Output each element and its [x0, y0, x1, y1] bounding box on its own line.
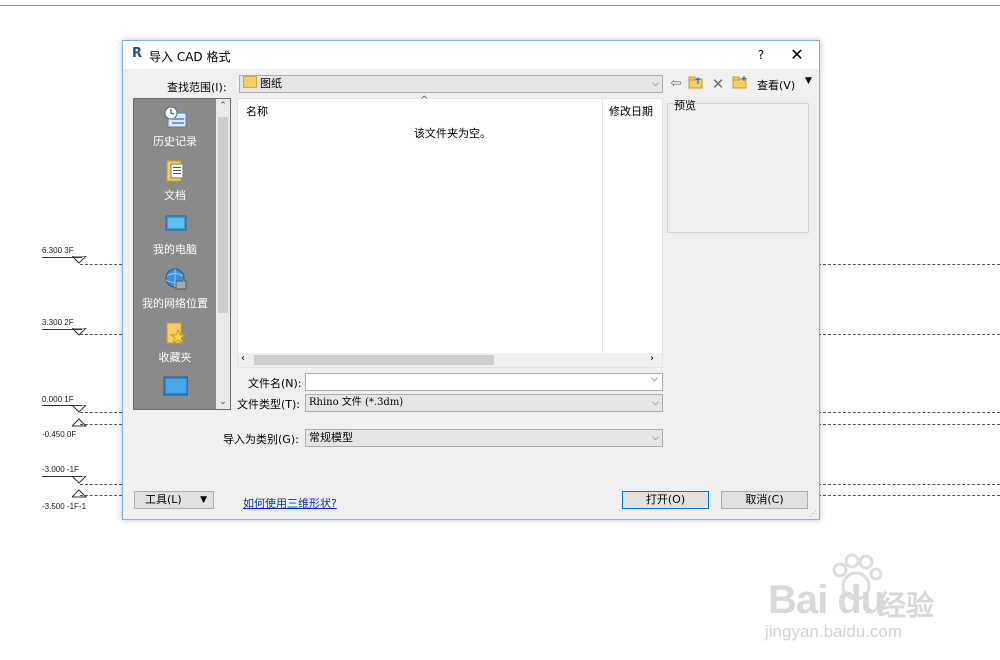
help-link[interactable]: 如何使用三维形状? — [243, 495, 337, 511]
scroll-right-icon[interactable]: › — [650, 353, 654, 364]
resize-grip-icon[interactable]: ⋰ — [809, 509, 817, 518]
hscroll-thumb[interactable] — [254, 355, 494, 365]
watermark-brand: 经验 — [878, 589, 935, 622]
place-label: 文档 — [164, 189, 186, 202]
column-header-modified[interactable]: 修改日期 — [609, 103, 653, 119]
empty-folder-message: 该文件夹为空。 — [414, 127, 491, 140]
level-marker-icon — [72, 328, 87, 336]
network-icon — [165, 268, 187, 290]
watermark-logo: Bai du — [768, 578, 885, 622]
chevron-down-icon: ⌵ — [652, 79, 659, 89]
import-cad-dialog: R 导入 CAD 格式 ? ✕ 查找范围(I): 图纸 ⌵ ⇦ ✕ 查看(V) … — [122, 40, 820, 520]
folder-icon — [243, 76, 257, 88]
scroll-left-icon[interactable]: ‹ — [241, 353, 245, 364]
place-label: 历史记录 — [153, 135, 197, 148]
category-select[interactable]: 常规模型 ⌵ — [305, 429, 663, 447]
level-line — [818, 264, 1000, 265]
lookin-combo[interactable]: 图纸 ⌵ — [239, 75, 663, 93]
desktop-icon — [163, 376, 188, 396]
view-top-border — [0, 5, 1000, 6]
level-line — [80, 264, 122, 265]
favorites-icon — [166, 322, 187, 345]
back-arrow-icon[interactable]: ⇦ — [667, 75, 685, 93]
category-label: 导入为类别(G): — [223, 433, 299, 446]
dialog-title: 导入 CAD 格式 — [149, 50, 231, 64]
new-folder-icon[interactable] — [731, 75, 749, 93]
cancel-button[interactable]: 取消(C) — [721, 491, 808, 509]
filename-label: 文件名(N): — [248, 377, 302, 390]
preview-label: 预览 — [674, 99, 696, 112]
places-bar: 历史记录 文档 我的电脑 我的网络位置 收藏夹 ⌃ ⌄ — [133, 98, 231, 410]
revit-app-icon: R — [132, 46, 143, 61]
filetype-value: Rhino 文件 (*.3dm) — [309, 397, 404, 408]
level-label: -3.000 -1F — [42, 465, 79, 474]
level-line — [818, 424, 1000, 425]
close-button[interactable]: ✕ — [787, 45, 807, 65]
filetype-select[interactable]: Rhino 文件 (*.3dm) ⌵ — [305, 394, 663, 412]
level-label: 0.000 1F — [42, 395, 74, 404]
tools-menu-button[interactable]: 工具(L) ▼ — [134, 491, 214, 509]
level-marker-icon — [72, 489, 88, 498]
filename-input[interactable] — [305, 373, 663, 391]
scroll-thumb[interactable] — [218, 117, 228, 313]
level-label: -0.450 0F — [42, 430, 77, 439]
chevron-down-icon: ⌵ — [652, 433, 659, 443]
chevron-down-icon: ⌵ — [652, 398, 659, 408]
level-line — [80, 484, 122, 485]
level-line — [818, 334, 1000, 335]
open-button[interactable]: 打开(O) — [622, 491, 709, 509]
place-documents[interactable]: 文档 — [134, 157, 216, 211]
view-menu[interactable]: 查看(V) — [757, 77, 795, 93]
file-list-hscrollbar[interactable]: ‹ › — [238, 353, 662, 367]
column-header-name[interactable]: 名称 — [246, 103, 268, 119]
level-line — [818, 412, 1000, 413]
help-button[interactable]: ? — [751, 45, 771, 65]
documents-icon — [166, 160, 184, 182]
place-favorites[interactable]: 收藏夹 — [134, 319, 216, 373]
preview-box — [667, 103, 809, 233]
watermark-url: jingyan.baidu.com — [765, 622, 903, 641]
place-label: 我的电脑 — [153, 243, 197, 256]
column-divider[interactable] — [602, 99, 603, 353]
delete-icon[interactable]: ✕ — [709, 75, 727, 93]
place-network[interactable]: 我的网络位置 — [134, 265, 216, 319]
dropdown-triangle-icon: ▼ — [200, 495, 207, 505]
level-line — [80, 495, 122, 496]
level-line — [818, 484, 1000, 485]
place-label: 收藏夹 — [158, 351, 192, 364]
places-scrollbar[interactable]: ⌃ ⌄ — [216, 99, 230, 409]
scroll-down-icon[interactable]: ⌄ — [216, 395, 230, 409]
computer-icon — [165, 215, 187, 234]
up-folder-icon[interactable] — [687, 75, 705, 93]
place-computer[interactable]: 我的电脑 — [134, 211, 216, 265]
scroll-up-icon[interactable]: ⌃ — [216, 99, 230, 113]
level-line — [80, 334, 122, 335]
file-list[interactable]: 名称 ^ 修改日期 该文件夹为空。 ‹ › — [237, 95, 663, 368]
level-label: 3.300 2F — [42, 318, 74, 327]
filetype-label: 文件类型(T): — [237, 398, 301, 411]
history-icon — [164, 106, 187, 128]
dialog-titlebar[interactable]: R 导入 CAD 格式 ? ✕ — [123, 41, 819, 69]
level-label: 6.300 3F — [42, 246, 74, 255]
sort-ascending-icon: ^ — [420, 95, 429, 106]
place-label: 我的网络位置 — [142, 297, 208, 310]
chevron-down-icon[interactable]: ⌵ — [651, 374, 658, 384]
level-label: -3.500 -1F-1 — [42, 502, 87, 511]
lookin-label: 查找范围(I): — [167, 81, 227, 94]
lookin-value: 图纸 — [260, 77, 282, 90]
category-value: 常规模型 — [309, 431, 353, 444]
level-line — [80, 412, 122, 413]
place-history[interactable]: 历史记录 — [134, 103, 216, 157]
tools-label: 工具(L) — [145, 493, 182, 506]
level-line — [80, 424, 122, 425]
view-dropdown-icon[interactable]: ▼ — [805, 76, 812, 86]
level-marker-icon — [72, 418, 88, 427]
level-line — [818, 495, 1000, 496]
place-desktop[interactable] — [134, 373, 216, 409]
